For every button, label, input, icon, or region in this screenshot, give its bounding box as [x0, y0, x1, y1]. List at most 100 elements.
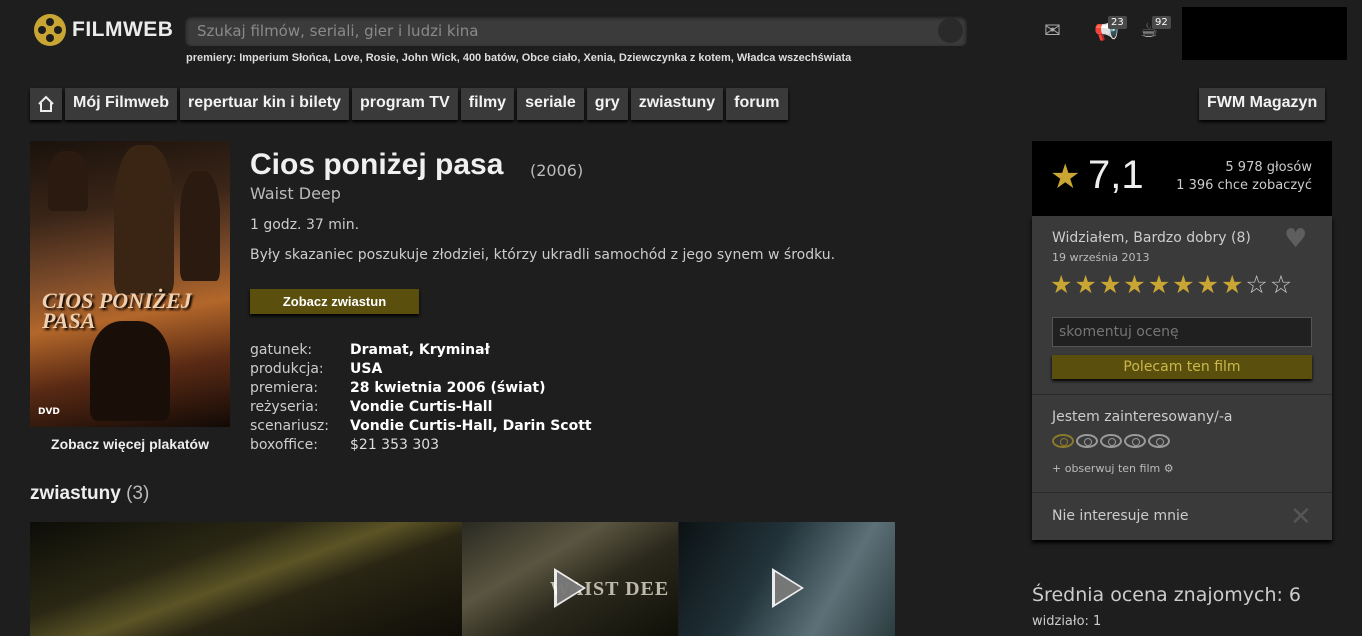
detail-premiere[interactable]: 28 kwietnia 2006 (świat) — [350, 379, 546, 398]
more-posters-link[interactable]: Zobacz więcej plakatów — [30, 436, 230, 452]
nav-fwm-magazyn[interactable]: FWM Magazyn — [1199, 88, 1326, 120]
trailer-thumbnail[interactable]: WAIST DEE — [462, 522, 678, 636]
nav-moj-filmweb[interactable]: Mój Filmweb — [65, 88, 177, 120]
rating-star-icon[interactable]: ★ — [1074, 271, 1096, 299]
nav-filmy[interactable]: filmy — [460, 88, 515, 120]
detail-label: produkcja: — [250, 361, 324, 377]
watch-trailer-button[interactable]: Zobacz zwiastun — [250, 289, 419, 314]
interest-label: Jestem zainteresowany/-a — [1052, 409, 1233, 425]
detail-row: premiera: 28 kwietnia 2006 (świat) — [250, 379, 592, 398]
filmweb-logo[interactable]: FILMWEB — [34, 14, 173, 46]
detail-row: scenariusz: Vondie Curtis-Hall, Darin Sc… — [250, 417, 592, 436]
rating-stars[interactable]: ★ ★ ★ ★ ★ ★ ★ ★ ☆ ☆ — [1050, 271, 1292, 299]
film-year: (2006) — [530, 161, 584, 180]
search-bar[interactable] — [185, 15, 967, 46]
recommend-button[interactable]: Polecam ten film — [1052, 355, 1312, 379]
rating-star-icon[interactable]: ☆ — [1270, 271, 1292, 299]
nav-repertuar[interactable]: repertuar kin i bilety — [180, 88, 349, 120]
mail-icon[interactable]: ✉ — [1044, 18, 1061, 42]
rating-star-icon[interactable]: ★ — [1197, 271, 1219, 299]
user-rating-panel: Widziałem, Bardzo dobry (8) ♥ 19 wrześni… — [1032, 216, 1332, 540]
friends-average: Średnia ocena znajomych: 6 — [1032, 584, 1302, 606]
logo-text: FILMWEB — [72, 18, 174, 41]
heart-icon[interactable]: ♥ — [1284, 224, 1307, 254]
rating-date: 19 września 2013 — [1052, 251, 1150, 264]
rating-star-icon[interactable]: ★ — [1148, 271, 1170, 299]
search-button[interactable] — [938, 18, 963, 43]
home-button[interactable] — [30, 88, 62, 120]
film-description: Były skazaniec poszukuje złodziei, którz… — [250, 247, 836, 263]
poster-figure — [48, 151, 88, 211]
film-original-title: Waist Deep — [250, 184, 341, 203]
trailers-heading[interactable]: zwiastuny (3) — [30, 483, 149, 505]
user-rating-status: Widziałem, Bardzo dobry (8) — [1052, 230, 1251, 246]
eye-icon[interactable] — [1076, 434, 1098, 448]
detail-label: gatunek: — [250, 342, 313, 358]
detail-row: reżyseria: Vondie Curtis-Hall — [250, 398, 592, 417]
detail-screenplay[interactable]: Vondie Curtis-Hall, Darin Scott — [350, 417, 592, 436]
divider — [1032, 394, 1332, 395]
film-poster[interactable]: CIOS PONIŻEJ PASA DVD — [30, 141, 230, 427]
detail-boxoffice: $21 353 303 — [350, 437, 440, 453]
detail-label: reżyseria: — [250, 399, 319, 415]
rating-star-icon[interactable]: ★ — [1050, 271, 1072, 299]
detail-production[interactable]: USA — [350, 360, 382, 379]
watch-film-link[interactable]: + obserwuj ten film ⚙ — [1052, 462, 1174, 475]
poster-figure — [114, 145, 174, 295]
detail-label: premiera: — [250, 380, 319, 396]
rating-star-icon[interactable]: ★ — [1123, 271, 1145, 299]
home-icon — [38, 95, 54, 112]
trailers-count: (3) — [126, 483, 150, 504]
nav-program-tv[interactable]: program TV — [351, 88, 458, 120]
main-nav: Mój Filmweb repertuar kin i bilety progr… — [30, 88, 788, 120]
detail-row: produkcja: USA — [250, 360, 592, 379]
nav-gry[interactable]: gry — [586, 88, 628, 120]
search-input[interactable] — [185, 15, 925, 46]
play-icon[interactable] — [554, 568, 586, 608]
dvd-logo: DVD — [38, 407, 60, 417]
premieres-list[interactable]: Imperium Słońca, Love, Rosie, John Wick,… — [239, 52, 851, 64]
detail-row: boxoffice: $21 353 303 — [250, 436, 592, 455]
rating-star-icon[interactable]: ☆ — [1245, 271, 1267, 299]
film-reel-icon — [34, 14, 66, 46]
premieres-bar: premiery: Imperium Słońca, Love, Rosie, … — [186, 52, 851, 64]
notification-badge: 23 — [1108, 16, 1127, 29]
not-interested-label[interactable]: Nie interesuje mnie — [1052, 508, 1189, 524]
average-rating: 7,1 — [1088, 153, 1144, 197]
user-avatar-box[interactable] — [1182, 7, 1347, 60]
nav-forum[interactable]: forum — [726, 88, 788, 120]
poster-title: CIOS PONIŻEJ PASA — [42, 288, 192, 333]
trailer-thumbnail[interactable] — [30, 522, 462, 636]
votes-info: 5 978 głosów 1 396 chce zobaczyć — [1176, 159, 1312, 195]
detail-label: scenariusz: — [250, 418, 329, 434]
watch-film-label: + obserwuj ten film — [1052, 462, 1161, 475]
gear-icon[interactable]: ⚙ — [1164, 462, 1174, 475]
eye-icon[interactable] — [1052, 434, 1074, 448]
star-icon: ★ — [1050, 157, 1081, 197]
detail-director[interactable]: Vondie Curtis-Hall — [350, 398, 492, 417]
trailer-thumbnail[interactable] — [679, 522, 895, 636]
eye-icon[interactable] — [1148, 434, 1170, 448]
divider — [1032, 492, 1332, 493]
rating-star-icon[interactable]: ★ — [1221, 271, 1243, 299]
rating-summary: ★ 7,1 5 978 głosów 1 396 chce zobaczyć — [1032, 141, 1332, 216]
eye-icon[interactable] — [1124, 434, 1146, 448]
close-icon[interactable]: ✕ — [1290, 502, 1312, 532]
friends-seen-count[interactable]: widziało: 1 — [1032, 614, 1101, 629]
detail-genre[interactable]: Dramat, Kryminał — [350, 341, 490, 360]
rating-star-icon[interactable]: ★ — [1172, 271, 1194, 299]
detail-label: boxoffice: — [250, 437, 319, 453]
eye-icon[interactable] — [1100, 434, 1122, 448]
rating-star-icon[interactable]: ★ — [1099, 271, 1121, 299]
film-duration: 1 godz. 37 min. — [250, 217, 360, 233]
votes-count: 5 978 głosów — [1225, 160, 1312, 175]
comment-rating-input[interactable] — [1052, 317, 1312, 347]
poster-figure — [180, 171, 220, 281]
film-details: gatunek: Dramat, Kryminał produkcja: USA… — [250, 341, 592, 455]
nav-zwiastuny[interactable]: zwiastuny — [630, 88, 724, 120]
detail-row: gatunek: Dramat, Kryminał — [250, 341, 592, 360]
play-icon[interactable] — [772, 568, 804, 608]
interest-eyes[interactable] — [1052, 434, 1170, 448]
premieres-label: premiery: — [186, 52, 237, 64]
nav-seriale[interactable]: seriale — [517, 88, 584, 120]
